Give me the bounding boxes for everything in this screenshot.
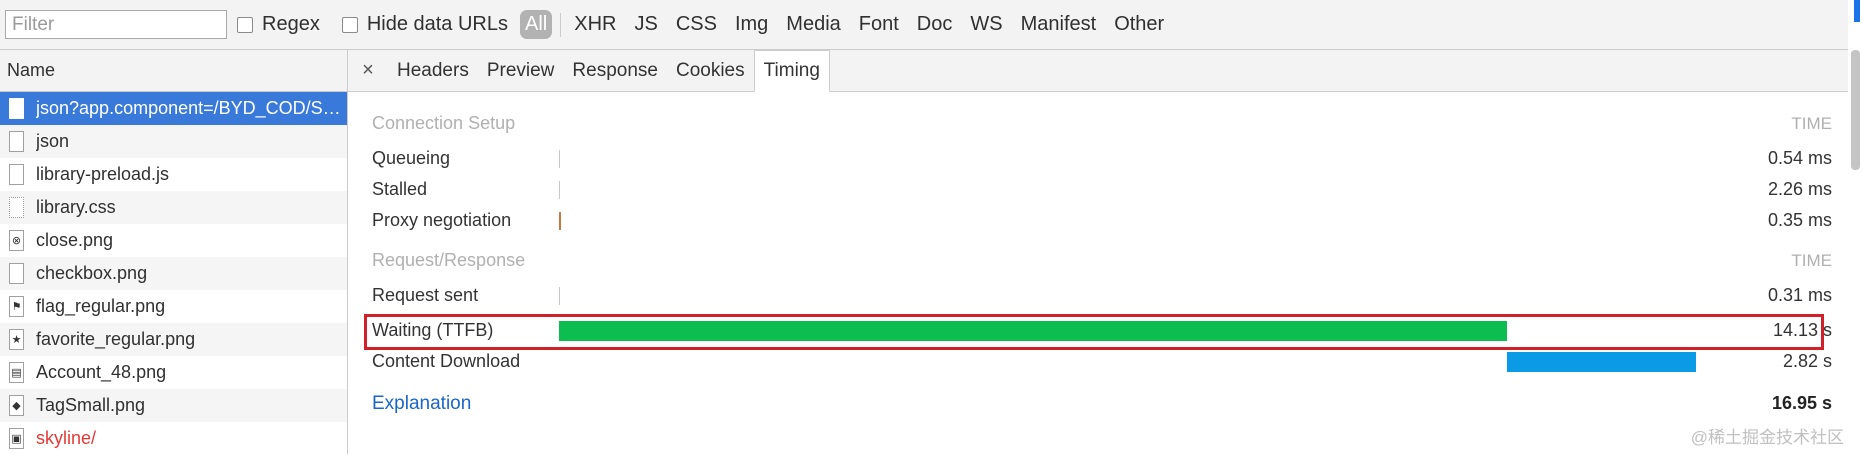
timing-row-content-download: Content Download 2.82 s [348,348,1848,378]
timing-value: 2.82 s [1782,351,1832,371]
hide-data-urls-checkbox-box[interactable] [341,16,358,33]
request-name: Account_48.png [36,362,167,382]
type-filter-media[interactable]: Media [786,13,840,36]
type-filter-manifest[interactable]: Manifest [1021,13,1097,36]
request-name: json?app.component=/BYD_COD/Sale... [36,98,341,118]
image-icon: ▣ [9,428,24,449]
request-name: json [36,131,70,151]
request-name: skyline/ [36,428,97,448]
hide-data-urls-checkbox[interactable]: Hide data URLs [341,13,508,36]
timing-value: 0.31 ms [1767,285,1832,305]
tab-response[interactable]: Response [563,50,667,91]
star-icon: ★ [9,329,24,350]
timing-row-stalled: Stalled 2.26 ms [348,176,1848,206]
request-name: flag_regular.png [36,296,166,316]
request-row[interactable]: library.css [0,191,347,224]
tag-icon: ◆ [9,395,24,416]
type-filter-font[interactable]: Font [859,13,899,36]
window-edge-accent [1854,0,1860,22]
request-detail-panel: × Headers Preview Response Cookies Timin… [348,50,1848,454]
timing-row-proxy-negotiation: Proxy negotiation 0.35 ms [348,207,1848,237]
regex-checkbox-box[interactable] [237,16,253,33]
timing-label: Request sent [372,285,479,305]
regex-checkbox[interactable]: Regex [237,13,320,36]
request-row[interactable]: ⚑ flag_regular.png [0,290,347,323]
name-column-header[interactable]: Name [0,50,347,92]
request-row[interactable]: ◆ TagSmall.png [0,389,347,422]
detail-tabs: × Headers Preview Response Cookies Timin… [348,50,1848,92]
scrollbar[interactable] [1848,50,1863,454]
type-filter-ws[interactable]: WS [970,13,1002,36]
hide-data-urls-label: Hide data URLs [366,13,508,35]
type-filter-css[interactable]: CSS [676,13,717,36]
ttfb-highlight-box [364,314,1824,350]
type-filter-other[interactable]: Other [1114,13,1164,36]
request-name: library-preload.js [36,164,170,184]
request-row[interactable]: ★ favorite_regular.png [0,323,347,356]
tab-headers[interactable]: Headers [388,50,478,91]
timing-bar [559,212,561,230]
request-row[interactable]: json [0,125,347,158]
timing-value: 0.35 ms [1767,210,1832,230]
scrollbar-thumb[interactable] [1851,50,1860,170]
request-name: library.css [36,197,116,217]
toolbar-divider [560,12,562,37]
document-icon [9,98,24,119]
type-filter-all[interactable]: All [520,10,553,39]
account-image-icon: ▤ [9,362,24,383]
tab-timing[interactable]: Timing [753,50,830,92]
filter-input[interactable] [5,10,227,39]
request-row[interactable]: ▤ Account_48.png [0,356,347,389]
type-filter-doc[interactable]: Doc [917,13,953,36]
request-row[interactable]: ▣ skyline/ [0,422,347,455]
request-name: TagSmall.png [36,395,146,415]
request-list: Name json?app.component=/BYD_COD/Sale...… [0,50,348,454]
regex-label: Regex [262,13,320,35]
content-download-bar [1507,352,1696,372]
request-name: favorite_regular.png [36,329,196,349]
timing-row-request-sent: Request sent 0.31 ms [348,282,1848,312]
watermark: @稀土掘金技术社区 [1690,428,1844,447]
request-response-heading: Request/Response [372,250,526,270]
request-row[interactable]: library-preload.js [0,158,347,191]
request-name: checkbox.png [36,263,148,283]
request-row[interactable]: ⊗ close.png [0,224,347,257]
document-icon [9,131,24,152]
time-column-header: TIME [1791,251,1832,270]
type-filter-img[interactable]: Img [735,13,768,36]
request-name: close.png [36,230,114,250]
request-row[interactable]: json?app.component=/BYD_COD/Sale... [0,92,347,125]
request-rows: json?app.component=/BYD_COD/Sale... json… [0,92,347,455]
timing-value: 0.54 ms [1767,148,1832,168]
timing-bar [559,287,560,305]
timing-value: 2.26 ms [1767,179,1832,199]
timing-row-queueing: Queueing 0.54 ms [348,145,1848,175]
total-time: 16.95 s [1771,393,1832,413]
flag-icon: ⚑ [9,296,24,317]
timing-label: Stalled [372,179,428,199]
tab-cookies[interactable]: Cookies [667,50,754,91]
explanation-link[interactable]: Explanation [372,393,471,415]
type-filter-js[interactable]: JS [634,13,657,36]
filter-toolbar: Regex Hide data URLs All XHR JS CSS Img … [0,0,1848,50]
request-row[interactable]: checkbox.png [0,257,347,290]
document-icon [9,263,24,284]
timing-bar [559,181,560,199]
timing-label: Proxy negotiation [372,210,512,230]
timing-label: Queueing [372,148,451,168]
stylesheet-icon [9,197,24,218]
connection-setup-heading: Connection Setup [372,113,516,133]
close-icon[interactable]: × [348,50,388,91]
time-column-header: TIME [1791,114,1832,133]
tab-preview[interactable]: Preview [478,50,564,91]
close-image-icon: ⊗ [9,230,24,251]
type-filter-xhr[interactable]: XHR [574,13,616,36]
document-icon [9,164,24,185]
timing-bar [559,150,560,168]
timing-label: Content Download [372,351,521,371]
